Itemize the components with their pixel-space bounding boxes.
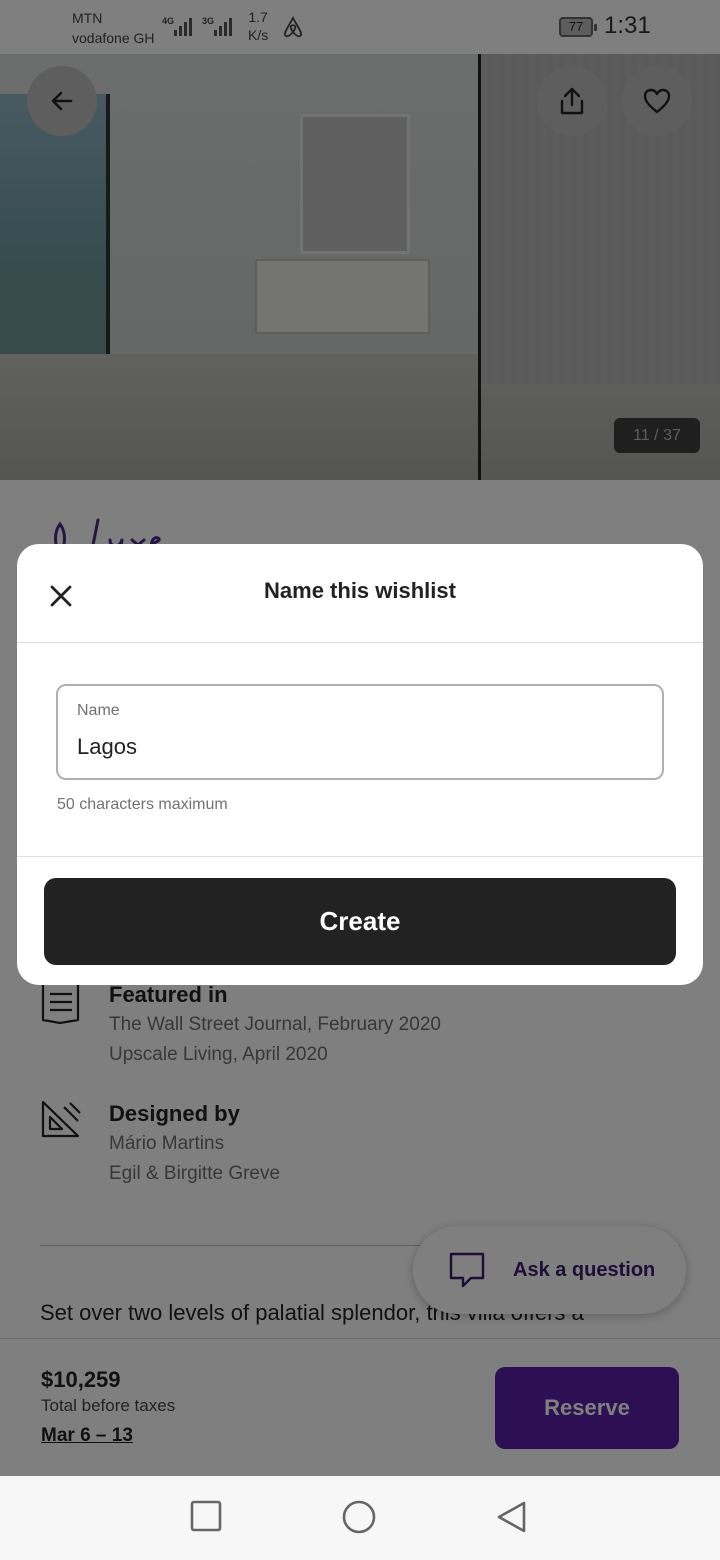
character-limit-hint: 50 characters maximum: [57, 796, 228, 813]
create-button[interactable]: Create: [44, 878, 676, 965]
wishlist-name-input[interactable]: [77, 734, 637, 760]
field-label: Name: [77, 702, 120, 719]
back-nav-button[interactable]: [496, 1500, 528, 1539]
modal-divider: [17, 856, 703, 857]
home-button[interactable]: [342, 1500, 376, 1539]
recents-button[interactable]: [190, 1500, 222, 1537]
system-nav-bar: [0, 1476, 720, 1560]
wishlist-name-field[interactable]: Name: [56, 684, 664, 780]
square-icon: [190, 1500, 222, 1532]
circle-icon: [342, 1500, 376, 1534]
triangle-back-icon: [497, 1501, 526, 1533]
wishlist-modal: Name this wishlist Name 50 characters ma…: [17, 544, 703, 985]
modal-header: Name this wishlist: [17, 544, 703, 643]
modal-title: Name this wishlist: [264, 578, 456, 603]
